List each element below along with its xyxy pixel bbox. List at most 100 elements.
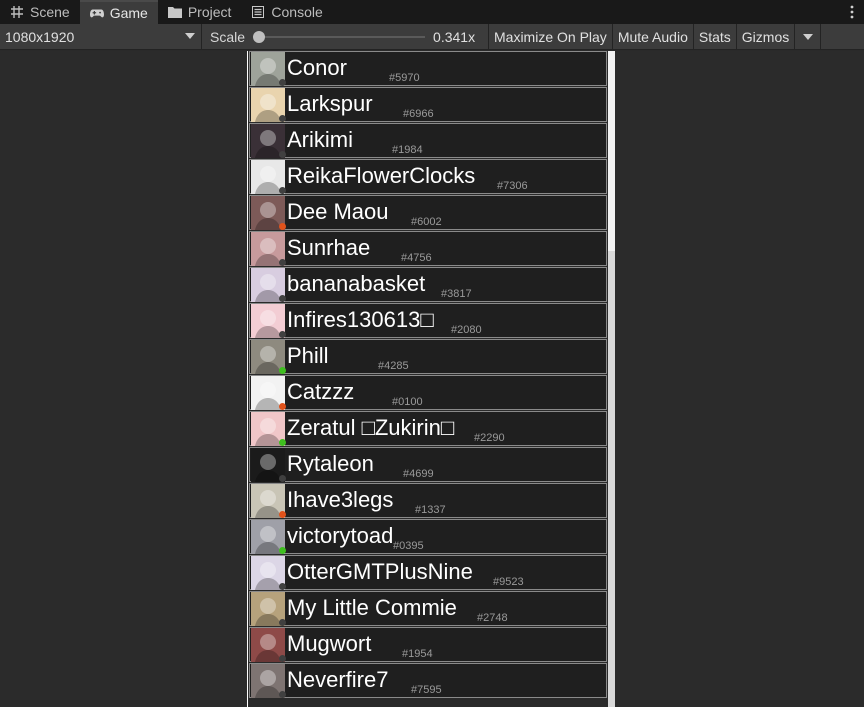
member-discriminator: #2290 xyxy=(474,432,505,444)
editor-tab-bar: Scene Game Project Console xyxy=(0,0,864,24)
chevron-down-icon xyxy=(802,33,813,40)
member-discriminator: #6002 xyxy=(411,216,442,228)
status-indicator xyxy=(279,655,286,662)
mute-audio-button[interactable]: Mute Audio xyxy=(613,23,694,50)
member-name: Arikimi xyxy=(287,127,353,152)
member-name: My Little Commie xyxy=(287,595,457,620)
member-discriminator: #7595 xyxy=(411,684,442,696)
member-discriminator: #4699 xyxy=(403,468,434,480)
grid-icon xyxy=(10,5,24,19)
member-row[interactable]: Larkspur #6966 xyxy=(249,87,607,122)
status-indicator xyxy=(279,439,286,446)
maximize-on-play-button[interactable]: Maximize On Play xyxy=(489,23,613,50)
member-discriminator: #2748 xyxy=(477,612,508,624)
member-list: Conor #5970 Larkspur #6966 Arikimi #1984 Reika… xyxy=(248,51,608,707)
tab-game[interactable]: Game xyxy=(79,0,158,24)
stats-button[interactable]: Stats xyxy=(694,23,737,50)
scrollbar-handle[interactable] xyxy=(608,51,615,251)
scale-label: Scale xyxy=(210,28,246,45)
member-row[interactable]: Dee Maou #6002 xyxy=(249,195,607,230)
member-list-scrollbar[interactable] xyxy=(608,51,615,707)
member-row[interactable]: Arikimi #1984 xyxy=(249,123,607,158)
member-row[interactable]: ReikaFlowerClocks #7306 xyxy=(249,159,607,194)
folder-icon xyxy=(167,5,182,19)
status-indicator xyxy=(279,331,286,338)
gizmos-dropdown[interactable] xyxy=(795,23,822,50)
member-row[interactable]: Catzzz #0100 xyxy=(249,375,607,410)
status-indicator xyxy=(279,547,286,554)
member-name: victorytoad xyxy=(287,523,394,548)
member-row[interactable]: Ihave3legs #1337 xyxy=(249,483,607,518)
tab-scene-label: Scene xyxy=(30,4,70,20)
tab-game-label: Game xyxy=(109,5,148,21)
game-view: Conor #5970 Larkspur #6966 Arikimi #1984 Reika… xyxy=(0,51,864,707)
member-name: Neverfire7 xyxy=(287,667,389,692)
member-name: OtterGMTPlusNine xyxy=(287,559,473,584)
member-name: Rytaleon xyxy=(287,451,374,476)
status-indicator xyxy=(279,475,286,482)
chevron-down-icon xyxy=(185,32,195,39)
status-indicator xyxy=(279,403,286,410)
more-options-icon[interactable] xyxy=(840,0,864,24)
game-toolbar: 1080x1920 Scale 0.341x Maximize On Play … xyxy=(0,23,864,50)
member-discriminator: #1337 xyxy=(415,504,446,516)
member-discriminator: #0100 xyxy=(392,396,423,408)
tab-console-label: Console xyxy=(271,4,323,20)
member-row[interactable]: Mugwort #1954 xyxy=(249,627,607,662)
status-indicator xyxy=(279,583,286,590)
member-discriminator: #5970 xyxy=(389,72,420,84)
gizmos-button[interactable]: Gizmos xyxy=(737,23,796,50)
tab-project[interactable]: Project xyxy=(158,0,242,24)
console-icon xyxy=(251,5,265,19)
status-indicator xyxy=(279,151,286,158)
scale-slider-track xyxy=(257,35,426,38)
member-row[interactable]: Rytaleon #4699 xyxy=(249,447,607,482)
member-name: bananabasket xyxy=(287,271,426,296)
tab-project-label: Project xyxy=(187,4,232,20)
member-discriminator: #4756 xyxy=(401,252,432,264)
member-name: Infires130613□ xyxy=(287,307,434,332)
member-discriminator: #7306 xyxy=(497,180,528,192)
member-discriminator: #1954 xyxy=(402,648,433,660)
resolution-value: 1080x1920 xyxy=(5,28,75,45)
status-indicator xyxy=(279,187,286,194)
status-indicator xyxy=(279,223,286,230)
member-discriminator: #4285 xyxy=(378,360,409,372)
status-indicator xyxy=(279,691,286,698)
member-discriminator: #3817 xyxy=(441,288,472,300)
member-row[interactable]: Zeratul □Zukirin□ #2290 xyxy=(249,411,607,446)
member-row[interactable]: Sunrhae #4756 xyxy=(249,231,607,266)
member-name: ReikaFlowerClocks xyxy=(287,163,476,188)
member-row[interactable]: Phill #4285 xyxy=(249,339,607,374)
member-row[interactable]: OtterGMTPlusNine #9523 xyxy=(249,555,607,590)
gamepad-icon xyxy=(89,6,104,20)
member-discriminator: #9523 xyxy=(493,576,524,588)
status-indicator xyxy=(279,295,286,302)
member-row[interactable]: Infires130613□ #2080 xyxy=(249,303,607,338)
status-indicator xyxy=(279,79,286,86)
member-row[interactable]: bananabasket #3817 xyxy=(249,267,607,302)
status-indicator xyxy=(279,511,286,518)
member-name: Ihave3legs xyxy=(287,487,394,512)
status-indicator xyxy=(279,259,286,266)
member-discriminator: #1984 xyxy=(392,144,423,156)
tab-console[interactable]: Console xyxy=(241,0,332,24)
member-name: Zeratul □Zukirin□ xyxy=(287,415,455,440)
member-name: Mugwort xyxy=(287,631,372,656)
scale-control: Scale 0.341x xyxy=(202,23,489,50)
member-name: Dee Maou xyxy=(287,199,389,224)
member-name: Phill xyxy=(287,343,329,368)
scale-value: 0.341x xyxy=(433,28,476,45)
member-row[interactable]: Conor #5970 xyxy=(249,51,607,86)
member-row[interactable]: Neverfire7 #7595 xyxy=(249,663,607,698)
resolution-dropdown[interactable]: 1080x1920 xyxy=(0,23,202,50)
member-row[interactable]: victorytoad #0395 xyxy=(249,519,607,554)
status-indicator xyxy=(279,115,286,122)
member-name: Sunrhae xyxy=(287,235,371,260)
game-viewport: Conor #5970 Larkspur #6966 Arikimi #1984 Reika… xyxy=(247,51,615,707)
scale-slider-thumb[interactable] xyxy=(253,30,266,43)
member-name: Conor xyxy=(287,55,347,80)
tab-scene[interactable]: Scene xyxy=(0,0,80,24)
scale-slider[interactable] xyxy=(253,30,426,44)
member-row[interactable]: My Little Commie #2748 xyxy=(249,591,607,626)
